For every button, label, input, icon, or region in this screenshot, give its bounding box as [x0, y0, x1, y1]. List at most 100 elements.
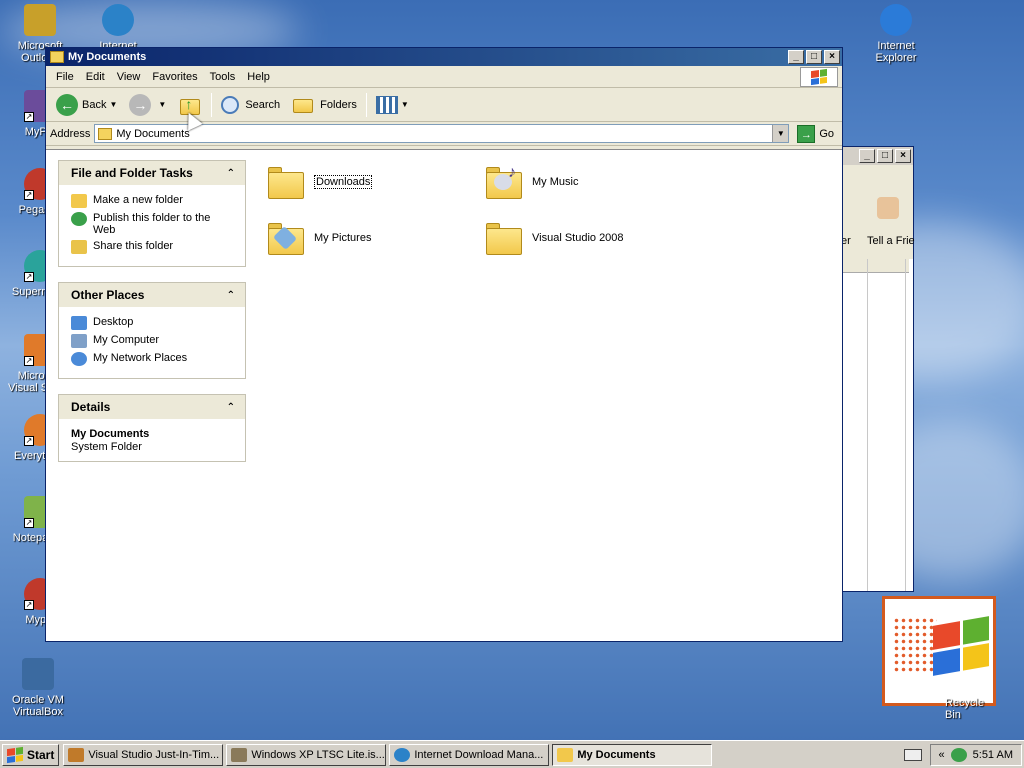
idm-icon	[394, 747, 411, 762]
folder-name: Downloads	[314, 175, 373, 189]
back-button[interactable]: ← Back ▼	[50, 91, 123, 119]
explorer-titlebar[interactable]: My Documents _ □ ×	[46, 48, 842, 66]
folders-icon	[292, 96, 314, 114]
chevron-down-icon[interactable]: ▼	[158, 100, 166, 109]
explorer-window[interactable]: My Documents _ □ × File Edit View Favori…	[45, 47, 843, 642]
desktop-icon-ie[interactable]: Internet Explorer	[858, 4, 934, 64]
chevron-down-icon[interactable]: ▼	[401, 100, 409, 109]
toolbar-separator	[211, 92, 213, 117]
computer-icon	[71, 334, 87, 348]
folder-item-my-pictures[interactable]: My Pictures	[266, 214, 466, 262]
windows-logo-icon	[7, 746, 23, 763]
close-button[interactable]: ×	[895, 149, 911, 163]
search-button[interactable]: Search	[215, 91, 286, 119]
views-button[interactable]: ▼	[370, 91, 415, 119]
menu-tools[interactable]: Tools	[204, 69, 242, 85]
windows-logo-icon	[800, 67, 838, 87]
grid-column-line	[905, 259, 906, 591]
forward-button[interactable]: → ▼	[123, 91, 172, 119]
details-panel: Details ⌃ My Documents System Folder	[58, 394, 246, 462]
collapse-icon[interactable]: ⌃	[227, 290, 235, 301]
file-folder-tasks-panel: File and Folder Tasks ⌃ Make a new folde…	[58, 160, 246, 267]
start-button[interactable]: Start	[2, 743, 60, 766]
menu-edit[interactable]: Edit	[80, 69, 111, 85]
panel-header[interactable]: Details ⌃	[59, 395, 245, 419]
folder-icon	[484, 220, 524, 256]
task-make-new-folder[interactable]: Make a new folder	[71, 194, 235, 208]
idm-icon	[102, 4, 134, 36]
taskbar-item-iso[interactable]: Windows XP LTSC Lite.is...	[226, 743, 387, 766]
pictures-folder-icon	[266, 220, 306, 256]
explorer-content: File and Folder Tasks ⌃ Make a new folde…	[46, 149, 842, 641]
back-arrow-icon: ←	[56, 93, 78, 116]
go-label: Go	[819, 127, 834, 140]
menu-favorites[interactable]: Favorites	[146, 69, 203, 85]
desktop-icon-virtualbox[interactable]: Oracle VM VirtualBox	[0, 658, 76, 718]
address-bar: Address My Documents ▼ → Go	[46, 122, 842, 146]
search-label: Search	[245, 98, 281, 111]
folders-button[interactable]: Folders	[286, 91, 363, 119]
folder-name: Visual Studio 2008	[532, 232, 624, 244]
collapse-icon[interactable]: ⌃	[227, 168, 235, 179]
background-window-titlebar[interactable]: _ □ ×	[839, 147, 913, 165]
back-label: Back	[82, 98, 107, 111]
recycle-bin[interactable]: Recycle Bin	[882, 596, 996, 721]
taskbar-item-label: My Documents	[577, 748, 656, 761]
background-window-toolbar: er Tell a Frie	[839, 167, 915, 257]
place-label: My Network Places	[93, 352, 188, 364]
go-button[interactable]: → Go	[793, 124, 838, 143]
details-type: System Folder	[71, 441, 142, 453]
address-input[interactable]: My Documents ▼	[94, 124, 790, 143]
background-window-grid	[839, 259, 913, 591]
keyboard-icon[interactable]	[903, 748, 922, 761]
task-label: Publish this folder to the Web	[93, 212, 211, 236]
panel-header[interactable]: File and Folder Tasks ⌃	[59, 161, 245, 185]
folder-item-my-music[interactable]: ♪ My Music	[484, 158, 684, 206]
menu-view[interactable]: View	[111, 69, 147, 85]
collapse-icon[interactable]: ⌃	[227, 402, 235, 413]
close-button[interactable]: ×	[824, 50, 840, 64]
disc-image-icon	[231, 747, 248, 762]
maximize-button[interactable]: □	[877, 149, 893, 163]
menu-file[interactable]: File	[50, 69, 80, 85]
menu-bar: File Edit View Favorites Tools Help	[46, 66, 842, 88]
clock[interactable]: 5:51 AM	[973, 749, 1013, 761]
internet-explorer-icon	[880, 4, 912, 36]
chevron-down-icon[interactable]: ▼	[109, 100, 117, 109]
tell-a-friend-label[interactable]: Tell a Frie	[867, 235, 915, 247]
folder-name: My Music	[532, 176, 579, 188]
desktop-icon-label: Oracle VM VirtualBox	[12, 694, 64, 718]
window-title: My Documents	[68, 51, 147, 63]
menu-help[interactable]: Help	[241, 69, 276, 85]
tray-expand-button[interactable]: «	[939, 749, 945, 761]
virtualbox-icon	[22, 658, 54, 690]
desktop-icon	[71, 316, 87, 330]
address-value: My Documents	[116, 127, 190, 140]
minimize-button[interactable]: _	[859, 149, 875, 163]
place-network[interactable]: My Network Places	[71, 352, 235, 366]
maximize-button[interactable]: □	[806, 50, 822, 64]
taskbar-item-vs-jit[interactable]: Visual Studio Just-In-Tim...	[63, 743, 224, 766]
network-icon[interactable]	[950, 747, 967, 762]
background-window[interactable]: _ □ × er Tell a Frie	[838, 146, 915, 592]
panel-header[interactable]: Other Places ⌃	[59, 283, 245, 307]
grid-column-line	[867, 259, 868, 591]
taskbar-item-my-documents[interactable]: My Documents	[552, 743, 713, 766]
outlook-icon	[24, 4, 56, 36]
minimize-button[interactable]: _	[788, 50, 804, 64]
details-name: My Documents	[71, 428, 150, 440]
task-share-folder[interactable]: Share this folder	[71, 240, 235, 254]
network-icon	[71, 352, 87, 366]
place-my-computer[interactable]: My Computer	[71, 334, 235, 348]
task-label: Make a new folder	[93, 194, 183, 206]
taskbar-item-idm[interactable]: Internet Download Mana...	[389, 743, 550, 766]
task-publish-web[interactable]: Publish this folder to the Web	[71, 212, 235, 236]
folder-item-visual-studio[interactable]: Visual Studio 2008	[484, 214, 684, 262]
folder-item-downloads[interactable]: Downloads	[266, 158, 466, 206]
place-label: Desktop	[93, 316, 134, 328]
music-folder-icon: ♪	[484, 164, 524, 200]
place-desktop[interactable]: Desktop	[71, 316, 235, 330]
other-places-panel: Other Places ⌃ Desktop My Computer My Ne…	[58, 282, 246, 379]
address-dropdown-button[interactable]: ▼	[772, 125, 789, 142]
task-pane: File and Folder Tasks ⌃ Make a new folde…	[58, 160, 246, 477]
